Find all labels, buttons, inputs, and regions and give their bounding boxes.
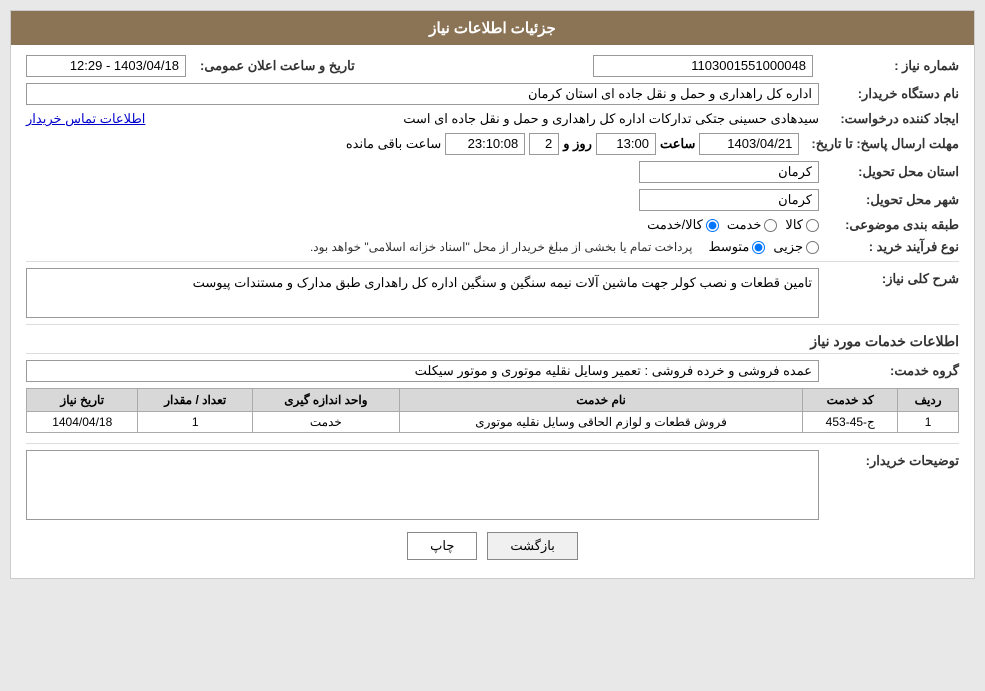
- province-label: استان محل تحویل:: [819, 164, 959, 180]
- category-radio-group: کالا خدمت کالا/خدمت: [647, 217, 819, 233]
- col-unit: واحد اندازه گیری: [252, 389, 399, 412]
- print-button[interactable]: چاپ: [407, 532, 477, 560]
- table-row: 1ج-45-453فروش قطعات و لوازم الحاقی وسایل…: [27, 412, 959, 433]
- need-number-value: 1103001551000048: [593, 55, 813, 77]
- category-khedmat-radio[interactable]: [764, 219, 777, 232]
- category-khedmat-label: خدمت: [727, 217, 762, 233]
- date-value: 1403/04/18 - 12:29: [26, 55, 186, 77]
- category-kala-khedmat-label: کالا/خدمت: [647, 217, 703, 233]
- service-group-label: گروه خدمت:: [819, 363, 959, 379]
- col-service-name: نام خدمت: [399, 389, 803, 412]
- deadline-remain: 23:10:08: [445, 133, 525, 155]
- buyer-notes-value[interactable]: [26, 450, 819, 520]
- services-table: ردیف کد خدمت نام خدمت واحد اندازه گیری ت…: [26, 388, 959, 433]
- deadline-remain-label: ساعت باقی مانده: [346, 136, 441, 152]
- buyer-org-label: نام دستگاه خریدار:: [819, 86, 959, 102]
- category-kala-khedmat-radio[interactable]: [706, 219, 719, 232]
- need-number-label: شماره نیاز :: [819, 58, 959, 74]
- deadline-days: 2: [529, 133, 559, 155]
- deadline-days-label: روز و: [563, 136, 592, 152]
- deadline-time: 13:00: [596, 133, 656, 155]
- deadline-date: 1403/04/21: [699, 133, 799, 155]
- category-label: طبقه بندی موضوعی:: [819, 217, 959, 233]
- page-title: جزئیات اطلاعات نیاز: [11, 11, 974, 45]
- process-motavasset-radio[interactable]: [752, 241, 765, 254]
- date-label: تاریخ و ساعت اعلان عمومی:: [192, 58, 355, 74]
- process-jozi-radio[interactable]: [806, 241, 819, 254]
- creator-value: سیدهادی حسینی جتکی تدارکات اداره کل راهد…: [151, 111, 819, 127]
- process-radio-group: جزیی متوسط پرداخت تمام یا بخشی از مبلغ خ…: [310, 239, 819, 255]
- need-desc-value: تامین قطعات و نصب کولر جهت ماشین آلات نی…: [26, 268, 819, 318]
- buyer-org-value: اداره کل راهداری و حمل و نقل جاده ای است…: [26, 83, 819, 105]
- city-label: شهر محل تحویل:: [819, 192, 959, 208]
- service-group-value: عمده فروشی و خرده فروشی : تعمیر وسایل نق…: [26, 360, 819, 382]
- category-kala-label: کالا: [785, 217, 803, 233]
- deadline-time-label: ساعت: [660, 136, 695, 152]
- process-label: نوع فرآیند خرید :: [819, 239, 959, 255]
- buyer-notes-label: توضیحات خریدار:: [819, 450, 959, 469]
- province-value: کرمان: [639, 161, 819, 183]
- col-quantity: تعداد / مقدار: [138, 389, 252, 412]
- deadline-label: مهلت ارسال پاسخ: تا تاریخ:: [803, 136, 959, 152]
- city-value: کرمان: [639, 189, 819, 211]
- creator-contact-link[interactable]: اطلاعات تماس خریدار: [26, 111, 145, 127]
- process-description: پرداخت تمام یا بخشی از مبلغ خریدار از مح…: [310, 240, 693, 254]
- category-kala-radio[interactable]: [806, 219, 819, 232]
- col-row-num: ردیف: [898, 389, 959, 412]
- services-title: اطلاعات خدمات مورد نیاز: [26, 333, 959, 354]
- creator-label: ایجاد کننده درخواست:: [819, 111, 959, 127]
- back-button[interactable]: بازگشت: [487, 532, 577, 560]
- process-jozi-label: جزیی: [773, 239, 803, 255]
- footer-buttons: بازگشت چاپ: [26, 532, 959, 560]
- col-service-code: کد خدمت: [803, 389, 898, 412]
- col-date: تاریخ نیاز: [27, 389, 138, 412]
- process-motavasset-label: متوسط: [708, 239, 749, 255]
- need-desc-label: شرح کلی نیاز:: [819, 268, 959, 287]
